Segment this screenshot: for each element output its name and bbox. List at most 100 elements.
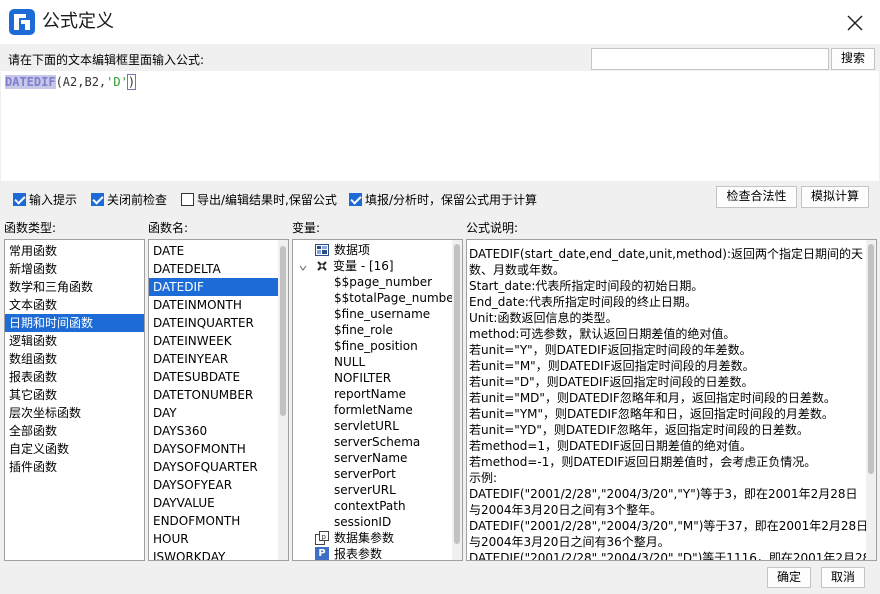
checkbox-input-hint[interactable] xyxy=(13,192,26,206)
variable-item[interactable]: $$totalPage_number xyxy=(334,290,459,306)
function-item[interactable]: DATESUBDATE xyxy=(149,368,288,386)
function-item[interactable]: DATEINMONTH xyxy=(149,296,288,314)
function-item[interactable]: DAYSOFYEAR xyxy=(149,476,288,494)
variable-item[interactable]: serverURL xyxy=(334,482,396,498)
function-item[interactable]: DATEDIF xyxy=(149,278,278,296)
category-item[interactable]: 数学和三角函数 xyxy=(5,278,144,296)
ok-button[interactable]: 确定 xyxy=(767,567,811,588)
description-line: 示例: xyxy=(469,471,498,485)
description-line: 若unit="YM"，则DATEDIF忽略年和日，返回指定时间段的月差数。 xyxy=(469,407,834,421)
formula-function-token: DATEDIF xyxy=(5,75,56,89)
category-item[interactable]: 新增函数 xyxy=(5,260,144,278)
function-name-list[interactable]: DATE DATEDELTA DATEDIF DATEINMONTH DATEINQUA… xyxy=(148,239,289,561)
formula-close-paren: ) xyxy=(126,74,137,90)
description-line: 若method=1，则DATEDIF返回日期差值的绝对值。 xyxy=(469,439,752,453)
description-line: DATEDIF(start_date,end_date,unit,method)… xyxy=(469,247,864,261)
tree-node-variables-label: 变量 - [16] xyxy=(333,259,394,273)
option-keep-formula-calc[interactable]: 填报/分析时，保留公式用于计算 xyxy=(349,190,537,208)
function-item[interactable]: DATEINQUARTER xyxy=(149,314,288,332)
function-item[interactable]: DAY xyxy=(149,404,288,422)
category-item[interactable]: 文本函数 xyxy=(5,296,144,314)
description-scroll-thumb[interactable] xyxy=(868,244,874,474)
svg-text:p: p xyxy=(322,533,327,541)
cancel-button[interactable]: 取消 xyxy=(821,567,865,588)
description-line: method:可选参数，默认返回日期差值的绝对值。 xyxy=(469,327,736,341)
function-item[interactable]: DATEDELTA xyxy=(149,260,288,278)
option-keep-formula-export[interactable]: 导出/编辑结果时,保留公式 xyxy=(181,190,337,208)
category-item[interactable]: 插件函数 xyxy=(5,458,144,476)
variable-item[interactable]: $fine_username xyxy=(334,306,430,322)
description-line: DATEDIF("2001/2/28","2004/3/20","D")等于11… xyxy=(469,551,877,561)
category-item[interactable]: 其它函数 xyxy=(5,386,144,404)
variable-item[interactable]: servletURL xyxy=(334,418,399,434)
category-item[interactable]: 逻辑函数 xyxy=(5,332,144,350)
tree-node-report-params[interactable]: P 报表参数 xyxy=(315,546,382,560)
function-item[interactable]: DATEINWEEK xyxy=(149,332,288,350)
description-line: 若unit="M"，则DATEDIF返回指定时间段的月差数。 xyxy=(469,359,755,373)
variable-item[interactable]: NOFILTER xyxy=(334,370,391,386)
variable-item[interactable]: serverName xyxy=(334,450,407,466)
variable-item[interactable]: $fine_position xyxy=(334,338,418,354)
description-line: Start_date:代表所指定时间段的初始日期。 xyxy=(469,279,704,293)
option-check-before-close[interactable]: 关闭前检查 xyxy=(91,190,167,208)
function-item[interactable]: DAYVALUE xyxy=(149,494,288,512)
category-item[interactable]: 自定义函数 xyxy=(5,440,144,458)
description-line: DATEDIF("2001/2/28","2004/3/20","Y")等于3，… xyxy=(469,487,858,501)
category-item[interactable]: 报表函数 xyxy=(5,368,144,386)
variable-item[interactable]: NULL xyxy=(334,354,365,370)
description-scrollbar[interactable] xyxy=(866,240,876,560)
search-input[interactable] xyxy=(591,48,829,70)
variables-tree[interactable]: 数据项 变量 - [16] $$page_number $$totalPage_n… xyxy=(292,239,463,561)
function-category-list[interactable]: 常用函数 新增函数 数学和三角函数 文本函数 日期和时间函数 逻辑函数 数组函数 报表函数 其它… xyxy=(4,239,145,561)
function-item[interactable]: DAYSOFMONTH xyxy=(149,440,288,458)
option-input-hint[interactable]: 输入提示 xyxy=(13,190,77,208)
description-line: 与2004年3月20日之间有36个整月。 xyxy=(469,535,670,549)
window-title: 公式定义 xyxy=(42,11,114,32)
function-list-scroll-thumb[interactable] xyxy=(280,246,286,416)
function-item[interactable]: DATETONUMBER xyxy=(149,386,288,404)
option-check-before-close-label: 关闭前检查 xyxy=(107,192,168,207)
variable-item[interactable]: sessionID xyxy=(334,514,391,530)
variable-item[interactable]: serverPort xyxy=(334,466,396,482)
variable-item[interactable]: $fine_role xyxy=(334,322,393,338)
function-item[interactable]: DATEINYEAR xyxy=(149,350,288,368)
report-params-icon: P xyxy=(315,547,329,560)
search-button[interactable]: 搜索 xyxy=(831,48,875,70)
variable-item[interactable]: contextPath xyxy=(334,498,406,514)
checkbox-check-before-close[interactable] xyxy=(91,192,104,206)
text-caret xyxy=(135,75,137,88)
function-list-scrollbar[interactable] xyxy=(278,240,288,560)
function-item[interactable]: DATE xyxy=(149,242,288,260)
function-item[interactable]: HOUR xyxy=(149,530,288,548)
category-item[interactable]: 常用函数 xyxy=(5,242,144,260)
checkbox-keep-formula-calc[interactable] xyxy=(349,192,362,206)
function-item[interactable]: ISWORKDAY xyxy=(149,548,288,560)
tree-node-dataset-params[interactable]: p 数据集参数 xyxy=(315,530,394,546)
checkbox-keep-formula-export[interactable] xyxy=(181,192,194,206)
simulate-calc-button[interactable]: 模拟计算 xyxy=(801,186,869,208)
category-item[interactable]: 日期和时间函数 xyxy=(5,314,144,332)
app-logo-icon xyxy=(9,9,35,35)
variable-item[interactable]: formletName xyxy=(334,402,413,418)
tree-node-data-items[interactable]: 数据项 xyxy=(315,242,370,258)
function-item[interactable]: DAYS360 xyxy=(149,422,288,440)
close-icon[interactable] xyxy=(840,8,870,38)
variable-item[interactable]: $$page_number xyxy=(334,274,432,290)
editor-prompt-label: 请在下面的文本编辑框里面输入公式: xyxy=(8,53,205,67)
function-item[interactable]: DAYSOFQUARTER xyxy=(149,458,288,476)
function-item[interactable]: ENDOFMONTH xyxy=(149,512,288,530)
category-item[interactable]: 数组函数 xyxy=(5,350,144,368)
description-line: DATEDIF("2001/2/28","2004/3/20","M")等于37… xyxy=(469,519,869,533)
chevron-down-icon[interactable] xyxy=(298,261,308,271)
formula-editor[interactable]: DATEDIF(A2,B2,'D') xyxy=(1,71,879,181)
description-line: Unit:函数返回信息的类型。 xyxy=(469,311,618,325)
variables-scrollbar[interactable] xyxy=(452,240,462,560)
category-item[interactable]: 全部函数 xyxy=(5,422,144,440)
category-item[interactable]: 层次坐标函数 xyxy=(5,404,144,422)
tree-node-variables[interactable]: 变量 - [16] xyxy=(298,258,394,274)
variable-item[interactable]: reportName xyxy=(334,386,406,402)
description-line: 若method=-1，则DATEDIF返回日期差值时，会考虑正负情况。 xyxy=(469,455,817,469)
check-validity-button[interactable]: 检查合法性 xyxy=(716,186,797,208)
variable-item[interactable]: serverSchema xyxy=(334,434,420,450)
variables-scroll-thumb[interactable] xyxy=(454,244,460,544)
